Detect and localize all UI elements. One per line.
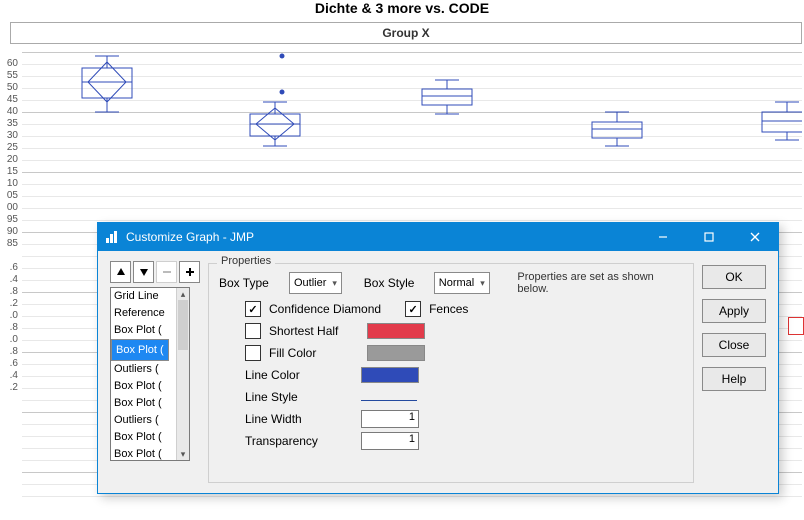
help-button[interactable]: Help: [702, 367, 766, 391]
shortest-half-checkbox[interactable]: [245, 323, 261, 339]
chart-title: Dichte & 3 more vs. CODE: [0, 0, 804, 16]
properties-note: Properties are set as shown below.: [517, 271, 683, 295]
fieldset-legend: Properties: [217, 255, 275, 267]
line-style-preview[interactable]: [361, 400, 417, 401]
outlier-point: [280, 54, 285, 59]
shortest-half-label: Shortest Half: [269, 324, 359, 338]
fill-color-checkbox[interactable]: [245, 345, 261, 361]
add-button[interactable]: [179, 261, 200, 283]
group-header: Group X: [10, 22, 802, 44]
box-type-label: Box Type: [219, 276, 281, 290]
dialog-titlebar[interactable]: Customize Graph - JMP: [98, 223, 778, 251]
line-style-label: Line Style: [245, 390, 353, 404]
window-maximize-button[interactable]: [686, 223, 732, 251]
fences-checkbox[interactable]: ✓: [405, 301, 421, 317]
list-item[interactable]: Outliers (: [111, 361, 177, 378]
outlier-point: [280, 90, 285, 95]
list-item[interactable]: Box Plot (: [111, 446, 177, 461]
ok-button[interactable]: OK: [702, 265, 766, 289]
list-item[interactable]: Box Plot (: [111, 339, 169, 361]
confidence-diamond-label: Confidence Diamond: [269, 302, 381, 316]
scroll-up-icon[interactable]: ▴: [177, 288, 189, 300]
transparency-input[interactable]: 1: [361, 432, 419, 450]
shortest-half-color-swatch[interactable]: [367, 323, 425, 339]
dialog-title: Customize Graph - JMP: [126, 230, 640, 244]
list-toolbar: [110, 261, 200, 283]
apply-button[interactable]: Apply: [702, 299, 766, 323]
elements-listbox[interactable]: Grid LineReferenceBox Plot (Box Plot (Ou…: [110, 287, 190, 461]
line-color-label: Line Color: [245, 368, 353, 382]
line-color-swatch[interactable]: [361, 367, 419, 383]
close-button[interactable]: Close: [702, 333, 766, 357]
fences-label: Fences: [429, 302, 468, 316]
jmp-app-icon: [104, 229, 120, 245]
remove-button[interactable]: [156, 261, 177, 283]
confidence-diamond-checkbox[interactable]: ✓: [245, 301, 261, 317]
list-item[interactable]: Box Plot (: [111, 378, 177, 395]
chevron-down-icon: ▾: [332, 278, 337, 289]
window-close-button[interactable]: [732, 223, 778, 251]
properties-fieldset: Properties Box Type Outlier▾ Box Style N…: [208, 263, 694, 483]
list-item[interactable]: Box Plot (: [111, 322, 177, 339]
list-item[interactable]: Outliers (: [111, 412, 177, 429]
move-up-button[interactable]: [110, 261, 131, 283]
line-width-input[interactable]: 1: [361, 410, 419, 428]
window-minimize-button[interactable]: [640, 223, 686, 251]
line-width-label: Line Width: [245, 412, 353, 426]
scroll-down-icon[interactable]: ▾: [177, 448, 189, 460]
box-style-select[interactable]: Normal▾: [434, 272, 490, 294]
list-item[interactable]: Box Plot (: [111, 395, 177, 412]
listbox-scrollbar[interactable]: ▴ ▾: [176, 288, 189, 460]
move-down-button[interactable]: [133, 261, 154, 283]
transparency-label: Transparency: [245, 434, 353, 448]
scroll-thumb[interactable]: [178, 300, 188, 350]
chevron-down-icon: ▾: [480, 278, 485, 289]
list-item[interactable]: Grid Line: [111, 288, 177, 305]
box-style-label: Box Style: [364, 276, 426, 290]
list-item[interactable]: Box Plot (: [111, 429, 177, 446]
y-axis-ticks: 60555045403530252015100500959085.6.4.8.2…: [0, 58, 20, 394]
fill-color-swatch[interactable]: [367, 345, 425, 361]
right-edge-marker: [788, 317, 804, 335]
fill-color-label: Fill Color: [269, 346, 359, 360]
list-item[interactable]: Reference: [111, 305, 177, 322]
box-type-select[interactable]: Outlier▾: [289, 272, 342, 294]
customize-graph-dialog: Customize Graph - JMP Grid LineReference…: [97, 222, 779, 494]
